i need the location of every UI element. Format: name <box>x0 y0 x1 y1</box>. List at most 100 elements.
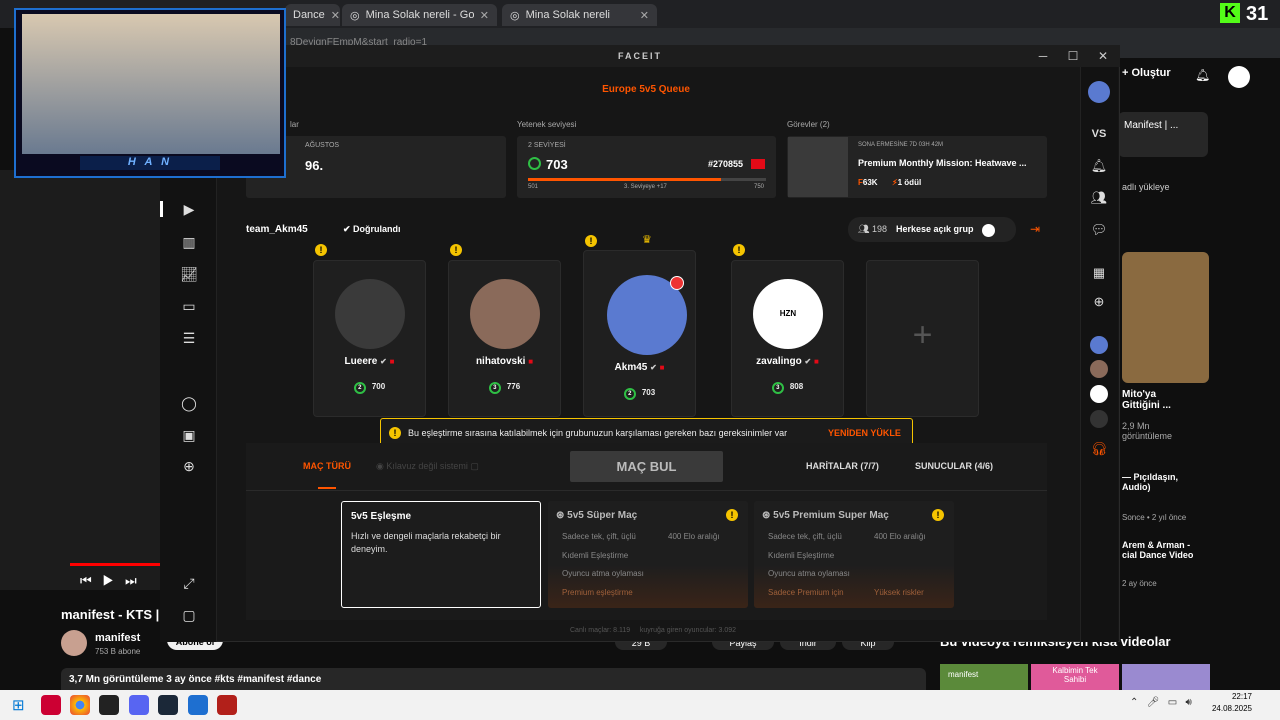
add-icon[interactable]: ⊕ <box>178 455 200 477</box>
friend-avatar[interactable] <box>1090 410 1108 428</box>
warning-icon: ! <box>585 235 597 247</box>
leaderboard-icon[interactable]: ▥ <box>178 231 200 253</box>
party-count-value: 198 <box>871 224 887 234</box>
level-icon: 2 <box>623 388 636 400</box>
chrome-icon[interactable] <box>70 695 90 715</box>
short-thumbnail[interactable] <box>1122 664 1210 690</box>
progress-bar[interactable] <box>70 563 160 566</box>
steam-icon[interactable] <box>158 695 178 715</box>
avatar[interactable] <box>1088 81 1110 103</box>
flag-tr-icon <box>751 159 765 169</box>
player-controls[interactable]: ⏮ ▶ ⏭ <box>80 573 137 589</box>
avatar <box>470 279 540 349</box>
browser-tab[interactable]: Dance ✕ <box>285 4 340 26</box>
player-slot[interactable]: HZN zavalingo ✔ ■ 3 808 <box>731 260 844 417</box>
mode-card[interactable]: ⊛ 5v5 Süper Maç ! Sadece tek, çift, üçlü… <box>548 501 748 608</box>
party-icon[interactable]: ▦ <box>1088 262 1110 284</box>
browser-tab[interactable]: ◎ Mina Solak nereli - Google'da A ✕ <box>342 4 497 26</box>
faceit-icon[interactable] <box>99 695 119 715</box>
side-video-title[interactable]: — Pıçıldaşın, Audio) <box>1122 472 1202 492</box>
short-thumbnail[interactable]: manifest <box>940 664 1028 690</box>
stats-icon[interactable]: 📈︎ <box>178 263 200 285</box>
verified-icon: ✔ <box>650 363 657 372</box>
app-icon[interactable] <box>188 695 208 715</box>
level-icon: 3 <box>488 382 501 394</box>
tray-icons[interactable]: ⌃ 🎤︎ ▭ 🔊︎ <box>1130 697 1192 708</box>
mode-toggle[interactable]: ◉ Kılavuz değil sistemi ▢ <box>376 461 479 472</box>
mode-card-selected[interactable]: 5v5 Eşleşme Hızlı ve dengeli maçlarla re… <box>341 501 541 608</box>
tab-match-type[interactable]: MAÇ TÜRÜ <box>303 461 351 471</box>
playlist-card[interactable]: Manifest | ... <box>1118 112 1208 157</box>
uploader-label: adlı yükleye <box>1122 182 1170 192</box>
mode-title: ⊛ 5v5 Süper Maç <box>556 510 638 521</box>
browser-tab[interactable]: ◎ Mina Solak nereli ✕ <box>502 4 657 26</box>
kick-icon: K <box>1220 3 1240 23</box>
headset-icon[interactable]: 🎧︎ <box>1088 438 1110 460</box>
warning-icon: ! <box>932 509 944 521</box>
close-icon[interactable]: ✕ <box>640 9 649 22</box>
mode-feature: Oyuncu atma oylaması <box>562 569 644 578</box>
channel-name[interactable]: manifest <box>95 632 140 644</box>
add-friend-icon[interactable]: ⊕ <box>1088 291 1110 313</box>
leave-party-icon[interactable]: ⇥ <box>1030 222 1040 236</box>
toggle-knob[interactable] <box>982 224 995 237</box>
side-video-title[interactable]: Mito'ya Gittiğini ... <box>1122 389 1192 411</box>
flag-tr-icon: ■ <box>389 357 395 366</box>
app-icon[interactable] <box>217 695 237 715</box>
bell-icon[interactable]: 🔔︎ <box>1088 155 1110 177</box>
short-thumbnail[interactable] <box>1122 252 1209 383</box>
bell-icon[interactable]: 🔔︎ <box>1195 68 1210 82</box>
windows-icon[interactable]: ⊞ <box>12 696 25 714</box>
playlist-label: Manifest | ... <box>1124 120 1179 131</box>
warning-icon: ! <box>389 427 401 439</box>
short-thumbnail[interactable]: Kalbimin Tek Sahibi <box>1031 664 1119 690</box>
side-video-title[interactable]: Arem & Arman - cial Dance Video <box>1122 540 1202 560</box>
mode-feature: Oyuncu atma oylaması <box>768 569 850 578</box>
app-icon[interactable] <box>41 695 61 715</box>
minimize-icon[interactable]: ─ <box>1028 46 1058 66</box>
friends-icon[interactable]: 👥︎ <box>1088 187 1110 209</box>
tab-servers[interactable]: SUNUCULAR (4/6) <box>915 461 993 471</box>
maximize-icon[interactable]: ☐ <box>1058 46 1088 66</box>
friend-avatar[interactable] <box>1090 360 1108 378</box>
channel-avatar[interactable] <box>61 630 87 656</box>
mode-desc: Hızlı ve dengeli maçlarla rekabetçi bir … <box>351 531 501 554</box>
section-label: Yetenek seviyesi <box>517 120 577 129</box>
player-slot[interactable]: nihatovski ■ 3 776 <box>448 260 561 417</box>
hub-icon[interactable]: ◯ <box>178 392 200 414</box>
close-icon[interactable]: ✕ <box>1088 46 1118 66</box>
discord-icon[interactable] <box>129 695 149 715</box>
player-slot[interactable]: Lueere ✔ ■ 2 700 <box>313 260 426 417</box>
mode-card[interactable]: ⊛ 5v5 Premium Super Maç ! Sadece tek, çi… <box>754 501 954 608</box>
avatar[interactable] <box>1228 66 1250 88</box>
close-icon[interactable]: ✕ <box>480 9 489 22</box>
invite-slot[interactable]: + <box>866 260 979 417</box>
find-match-button[interactable]: MAÇ BUL <box>570 451 723 482</box>
description-box[interactable]: 3,7 Mn görüntüleme 3 ay önce #kts #manif… <box>61 668 926 690</box>
player-slot[interactable]: Akm45 ✔ ■ 2 703 <box>583 250 696 417</box>
divider <box>246 490 1047 491</box>
close-icon[interactable]: ✕ <box>331 9 340 22</box>
verified-label: Doğrulandı <box>353 224 401 234</box>
friend-avatar[interactable] <box>1090 385 1108 403</box>
bag-icon[interactable]: ▢ <box>178 604 200 626</box>
side-video-meta: 2 ay önce <box>1122 579 1157 588</box>
plus-icon: + <box>912 316 933 354</box>
tab-maps[interactable]: HARİTALAR (7/7) <box>806 461 879 471</box>
elo-text: 776 <box>506 382 521 391</box>
list-icon[interactable]: ☰ <box>178 327 200 349</box>
play-icon[interactable]: ▶ <box>178 198 200 220</box>
create-button[interactable]: + Oluştur <box>1122 67 1171 79</box>
vs-icon[interactable]: VS <box>1088 123 1110 145</box>
skill-max: 750 <box>754 184 765 190</box>
player-elo: 2 703 <box>584 388 695 400</box>
premium-badge-icon <box>670 276 684 290</box>
expand-icon[interactable]: ⤢ <box>178 572 200 594</box>
chat-icon[interactable]: 💬︎ <box>1088 219 1110 241</box>
video-icon[interactable]: ▭ <box>178 295 200 317</box>
clock-time: 22:17 <box>1231 692 1252 701</box>
viewer-count: 31 <box>1246 3 1269 25</box>
club-icon[interactable]: ▣ <box>178 424 200 446</box>
reload-button[interactable]: YENİDEN YÜKLE <box>828 428 901 438</box>
friend-avatar[interactable] <box>1090 336 1108 354</box>
